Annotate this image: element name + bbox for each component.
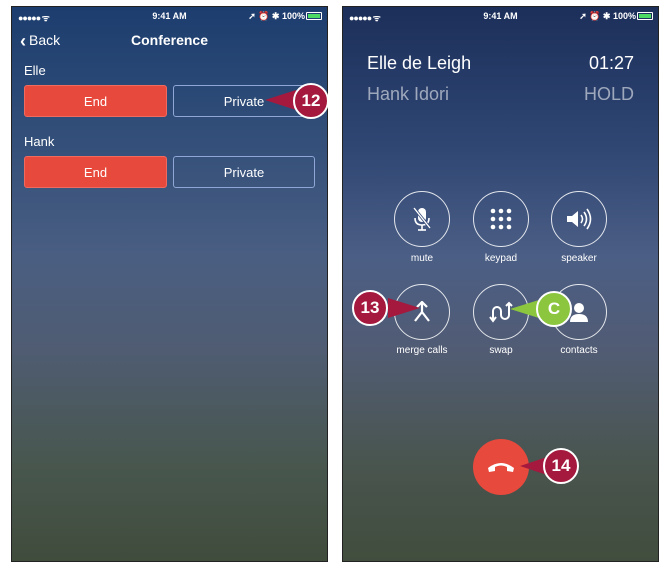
- callout-13-pointer: [388, 298, 420, 318]
- callout-12-pointer: [265, 90, 296, 110]
- callout-14: 14: [543, 448, 579, 484]
- callout-12: 12: [293, 83, 329, 119]
- callout-13: 13: [352, 290, 388, 326]
- callout-c: C: [536, 291, 572, 327]
